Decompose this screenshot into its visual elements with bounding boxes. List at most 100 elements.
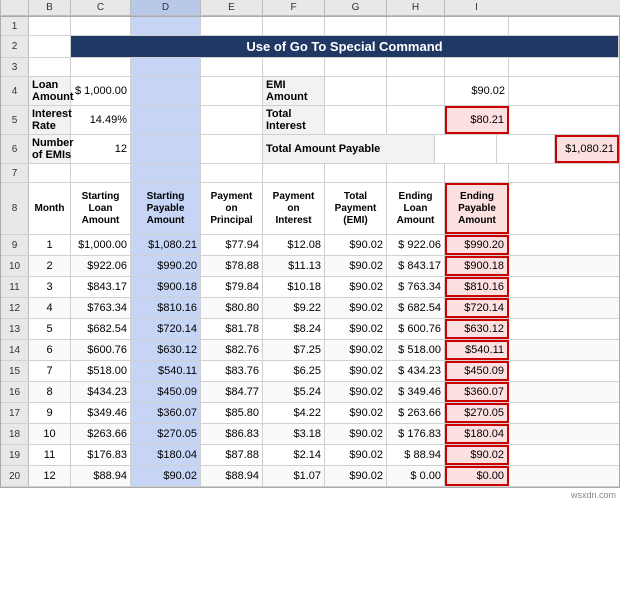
cell-emi-8: $90.02 xyxy=(325,382,387,402)
hdr-spa: Starting Payable Amount xyxy=(131,183,201,234)
cell-emi-5: $90.02 xyxy=(325,319,387,339)
row-num-8: 8 xyxy=(1,183,29,234)
sheet-content: 1 2 Use of Go To Special Command 3 xyxy=(0,16,620,488)
cell-month-12: 12 xyxy=(29,466,71,486)
hdr-sla: Starting Loan Amount xyxy=(71,183,131,234)
cell-pop-6: $82.76 xyxy=(201,340,263,360)
row-num-15: 15 xyxy=(1,361,29,381)
hdr-poi: Payment on Interest xyxy=(263,183,325,234)
cell-sla-6: $600.76 xyxy=(71,340,131,360)
cell-pop-4: $80.80 xyxy=(201,298,263,318)
cell-pop-7: $83.76 xyxy=(201,361,263,381)
cell-spa-1: $1,080.21 xyxy=(131,235,201,255)
cell-f7 xyxy=(263,164,325,182)
row-16: 16 8 $434.23 $450.09 $84.77 $5.24 $90.02… xyxy=(1,382,619,403)
col-header-g: G xyxy=(324,0,386,15)
corner-cell xyxy=(0,0,28,15)
cell-pop-11: $87.88 xyxy=(201,445,263,465)
cell-pop-3: $79.84 xyxy=(201,277,263,297)
row-num-19: 19 xyxy=(1,445,29,465)
cell-sla-2: $922.06 xyxy=(71,256,131,276)
cell-epa-11: $90.02 xyxy=(445,445,509,465)
row-num-7: 7 xyxy=(1,164,29,182)
cell-h6 xyxy=(497,135,555,163)
cell-f3 xyxy=(263,58,325,76)
row-13: 13 5 $682.54 $720.14 $81.78 $8.24 $90.02… xyxy=(1,319,619,340)
cell-ela-11: $ 88.94 xyxy=(387,445,445,465)
cell-ela-8: $ 349.46 xyxy=(387,382,445,402)
cell-poi-8: $5.24 xyxy=(263,382,325,402)
cell-emi-10: $90.02 xyxy=(325,424,387,444)
cell-sla-1: $1,000.00 xyxy=(71,235,131,255)
cell-pop-10: $86.83 xyxy=(201,424,263,444)
cell-pop-2: $78.88 xyxy=(201,256,263,276)
cell-poi-10: $3.18 xyxy=(263,424,325,444)
cell-month-2: 2 xyxy=(29,256,71,276)
cell-epa-8: $360.07 xyxy=(445,382,509,402)
watermark: wsxdn.com xyxy=(0,488,620,502)
hdr-emi: Total Payment (EMI) xyxy=(325,183,387,234)
cell-e5 xyxy=(201,106,263,134)
row-6: 6 Number of EMIs 12 Total Amount Payable… xyxy=(1,135,619,164)
cell-sla-7: $518.00 xyxy=(71,361,131,381)
cell-g6 xyxy=(435,135,497,163)
cell-d1 xyxy=(131,17,201,35)
cell-pop-8: $84.77 xyxy=(201,382,263,402)
cell-e1 xyxy=(201,17,263,35)
cell-ela-6: $ 518.00 xyxy=(387,340,445,360)
col-header-b: B xyxy=(28,0,70,15)
cell-d6 xyxy=(131,135,201,163)
column-headers: B C D E F G H I xyxy=(0,0,620,16)
cell-ela-2: $ 843.17 xyxy=(387,256,445,276)
cell-poi-12: $1.07 xyxy=(263,466,325,486)
cell-month-1: 1 xyxy=(29,235,71,255)
cell-h5 xyxy=(387,106,445,134)
cell-month-9: 9 xyxy=(29,403,71,423)
row-num-3: 3 xyxy=(1,58,29,76)
cell-c3 xyxy=(71,58,131,76)
cell-ela-9: $ 263.66 xyxy=(387,403,445,423)
cell-d5 xyxy=(131,106,201,134)
cell-c1 xyxy=(71,17,131,35)
col-header-e: E xyxy=(200,0,262,15)
row-14: 14 6 $600.76 $630.12 $82.76 $7.25 $90.02… xyxy=(1,340,619,361)
cell-spa-3: $900.18 xyxy=(131,277,201,297)
cell-g7 xyxy=(325,164,387,182)
cell-poi-3: $10.18 xyxy=(263,277,325,297)
total-interest-value: $80.21 xyxy=(445,106,509,134)
cell-emi-12: $90.02 xyxy=(325,466,387,486)
row-5: 5 Interest Rate 14.49% Total Interest $8… xyxy=(1,106,619,135)
cell-spa-5: $720.14 xyxy=(131,319,201,339)
cell-epa-3: $810.16 xyxy=(445,277,509,297)
row-19: 19 11 $176.83 $180.04 $87.88 $2.14 $90.0… xyxy=(1,445,619,466)
loan-amount-value: $ 1,000.00 xyxy=(71,77,131,105)
col-header-i: I xyxy=(444,0,508,15)
cell-spa-2: $990.20 xyxy=(131,256,201,276)
cell-b2 xyxy=(29,36,71,57)
hdr-month: Month xyxy=(29,183,71,234)
cell-month-6: 6 xyxy=(29,340,71,360)
emi-amount-value: $90.02 xyxy=(445,77,509,105)
cell-emi-6: $90.02 xyxy=(325,340,387,360)
cell-poi-6: $7.25 xyxy=(263,340,325,360)
hdr-epa: Ending Payable Amount xyxy=(445,183,509,234)
cell-poi-2: $11.13 xyxy=(263,256,325,276)
title-text: Use of Go To Special Command xyxy=(246,39,442,54)
cell-emi-3: $90.02 xyxy=(325,277,387,297)
row-17: 17 9 $349.46 $360.07 $85.80 $4.22 $90.02… xyxy=(1,403,619,424)
cell-sla-12: $88.94 xyxy=(71,466,131,486)
title-cell: Use of Go To Special Command xyxy=(71,36,619,57)
cell-emi-11: $90.02 xyxy=(325,445,387,465)
total-interest-label: Total Interest xyxy=(263,106,325,134)
hdr-ela: Ending Loan Amount xyxy=(387,183,445,234)
row-8: 8 Month Starting Loan Amount Starting Pa… xyxy=(1,183,619,235)
row-num-2: 2 xyxy=(1,36,29,57)
cell-spa-6: $630.12 xyxy=(131,340,201,360)
spreadsheet: B C D E F G H I 1 2 Use of Go To Special xyxy=(0,0,620,502)
cell-poi-7: $6.25 xyxy=(263,361,325,381)
total-payable-value: $1,080.21 xyxy=(555,135,619,163)
cell-d3 xyxy=(131,58,201,76)
row-18: 18 10 $263.66 $270.05 $86.83 $3.18 $90.0… xyxy=(1,424,619,445)
row-1: 1 xyxy=(1,17,619,36)
cell-sla-11: $176.83 xyxy=(71,445,131,465)
